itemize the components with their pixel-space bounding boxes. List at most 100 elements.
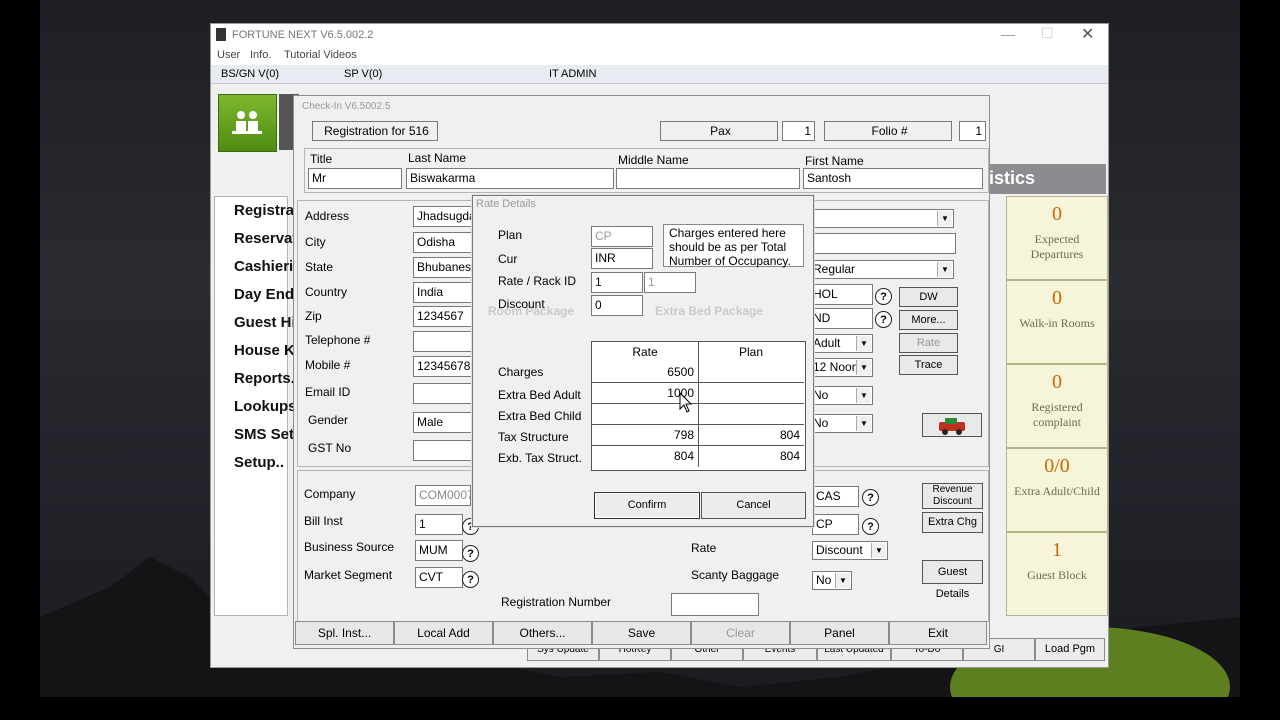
business-source-field[interactable]: MUM [415,540,463,561]
menu-registration[interactable]: Registra [234,202,294,219]
rack-id-field[interactable]: 1 [591,272,643,293]
firstname-field[interactable]: Santosh [803,168,983,189]
pax-label: Pax [660,121,778,141]
email-field[interactable] [413,383,475,404]
gst-label: GST No [308,441,352,455]
revenue-discount-button[interactable]: Revenue Discount [922,483,983,509]
room-type-dropdown[interactable]: Regular ▼ [809,260,954,279]
extra-bed-child-label: Extra Bed Child [498,409,582,423]
menu-tutorial-videos[interactable]: Tutorial Videos [284,49,357,61]
city-label: City [305,235,326,249]
charges-plan-cell[interactable] [699,362,804,383]
menu-day-end[interactable]: Day End [234,286,294,303]
panel-button[interactable]: Panel [790,621,889,645]
others-button[interactable]: Others... [493,621,592,645]
company-field[interactable]: COM0007 [415,485,471,506]
stat-registered-complaint[interactable]: 0 Registered complaint [1006,364,1108,448]
help-icon[interactable]: ? [462,571,479,588]
status-bs: BS/GN V(0) [221,68,280,80]
clear-button[interactable]: Clear [691,621,790,645]
close-icon[interactable]: ✕ [1081,24,1094,44]
stat-guest-block[interactable]: 1 Guest Block [1006,532,1108,616]
menu-lookups[interactable]: Lookups [234,398,297,415]
folio-field[interactable]: 1 [959,121,986,141]
address-field[interactable]: Jhadsugda [413,206,475,227]
gst-field[interactable] [413,440,475,461]
help-icon[interactable]: ? [862,518,879,535]
checkin-toolbar-button[interactable] [218,94,277,152]
adult-dropdown[interactable]: Adult ▼ [809,334,873,353]
option-dropdown-2[interactable]: No ▼ [809,414,873,433]
gender-field[interactable]: Male [413,412,475,433]
hol-field[interactable]: HOL [809,284,873,305]
right-field-2[interactable] [811,233,956,254]
rate-button[interactable]: Rate [899,333,958,353]
stat-walkin-rooms[interactable]: 0 Walk-in Rooms [1006,280,1108,364]
help-icon[interactable]: ? [862,489,879,506]
plan-field[interactable]: CP [591,226,653,247]
right-dropdown-1[interactable]: ▼ [811,209,954,228]
help-icon[interactable]: ? [875,288,892,305]
stat-expected-departures[interactable]: 0 Expected Departures [1006,196,1108,280]
car-button[interactable] [922,413,982,437]
trace-button[interactable]: Trace [899,355,958,375]
country-field[interactable]: India [413,282,475,303]
middlename-field[interactable] [616,168,800,189]
extra-bed-adult-plan-cell[interactable] [699,383,804,404]
registration-number-field[interactable] [671,593,759,616]
telephone-field[interactable] [413,331,475,352]
special-instructions-button[interactable]: Spl. Inst... [295,621,394,645]
menu-reservation[interactable]: Reservat [234,230,297,247]
rate-label: Rate [691,541,717,555]
help-icon[interactable]: ? [875,311,892,328]
checkout-time-dropdown[interactable]: 12 Noon ▼ [809,358,873,377]
cas-field[interactable]: CAS [812,486,859,507]
menu-user[interactable]: User [217,49,240,61]
menu-info[interactable]: Info. [250,49,271,61]
exit-button[interactable]: Exit [889,621,987,645]
mobile-label: Mobile # [305,358,351,372]
stat-extra-adult-child[interactable]: 0/0 Extra Adult/Child [1006,448,1108,532]
state-field[interactable]: Bhubanesh [413,257,475,278]
lastname-field[interactable]: Biswakarma [406,168,614,189]
menu-reports[interactable]: Reports. [234,370,295,387]
menu-setup[interactable]: Setup.. [234,454,284,471]
cancel-button[interactable]: Cancel [701,492,806,519]
tax-structure-rate-cell[interactable]: 798 [592,425,699,446]
load-pgm-button[interactable]: Load Pgm [1035,638,1105,661]
menu-guest-history[interactable]: Guest Hi [234,314,296,331]
save-button[interactable]: Save [592,621,691,645]
cp-field[interactable]: CP [812,514,859,535]
tax-structure-plan-cell[interactable]: 804 [699,425,804,446]
billinst-field[interactable]: 1 [415,514,463,535]
extra-bed-child-plan-cell[interactable] [699,404,804,425]
pax-field[interactable]: 1 [782,121,815,141]
exb-tax-struct-plan-cell[interactable]: 804 [699,446,804,467]
dw-button[interactable]: DW [899,287,958,307]
maximize-icon[interactable]: ☐ [1041,25,1054,42]
scanty-baggage-dropdown[interactable]: No ▼ [812,571,852,590]
zip-field[interactable]: 1234567 [413,306,475,327]
market-segment-field[interactable]: CVT [415,567,463,588]
help-icon[interactable]: ? [462,545,479,562]
telephone-label: Telephone # [305,333,371,347]
rack-id-field-2[interactable]: 1 [644,272,696,293]
guest-details-button[interactable]: Guest Details [922,560,983,600]
discount-field[interactable]: 0 [591,295,643,316]
rate-dropdown[interactable]: Discount ▼ [812,541,888,560]
option-dropdown-1[interactable]: No ▼ [809,386,873,405]
mobile-field[interactable]: 12345678900 [413,356,475,377]
extra-charge-button[interactable]: Extra Chg [922,512,983,533]
more-button[interactable]: More... [899,310,958,330]
registration-number-label: Registration Number [501,595,612,609]
exb-tax-struct-rate-cell[interactable]: 804 [592,446,699,467]
nd-field[interactable]: ND [809,308,873,329]
charges-rate-cell[interactable]: 6500 [592,362,699,383]
cur-field[interactable]: INR [591,248,653,269]
local-address-button[interactable]: Local Add [394,621,493,645]
confirm-button[interactable]: Confirm [594,492,700,519]
title-field[interactable]: Mr [308,168,402,189]
minimize-icon[interactable]: — [1001,26,1015,42]
city-field[interactable]: Odisha [413,232,475,253]
middlename-label: Middle Name [618,153,689,167]
